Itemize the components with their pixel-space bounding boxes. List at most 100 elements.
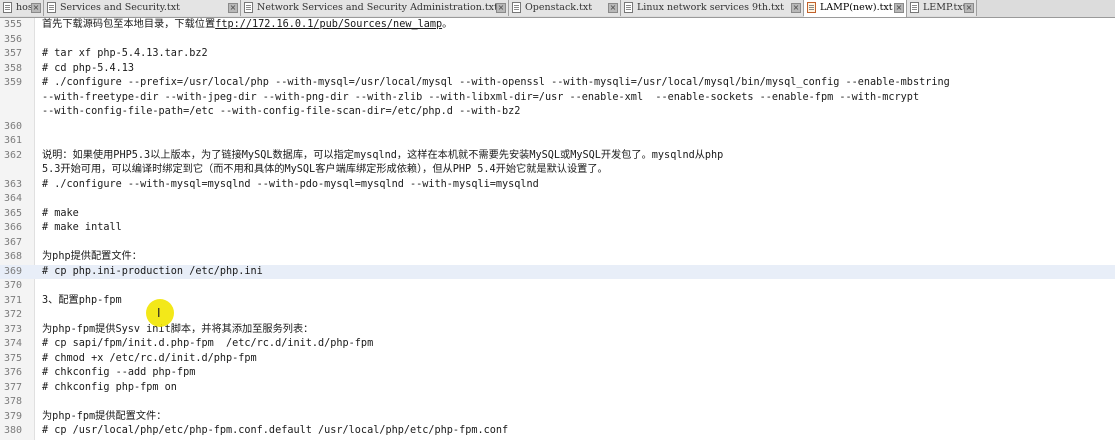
tab-2[interactable]: Network Services and Security Administra… bbox=[241, 0, 509, 16]
line-number: 370 bbox=[4, 280, 23, 291]
line-text: --with-freetype-dir --with-jpeg-dir --wi… bbox=[42, 91, 919, 106]
editor-line[interactable]: 370 bbox=[0, 279, 1115, 294]
close-icon[interactable]: × bbox=[791, 3, 801, 13]
line-text: # ./configure --with-mysql=mysqlnd --wit… bbox=[42, 178, 539, 193]
editor-line[interactable]: 367 bbox=[0, 236, 1115, 251]
line-number: 369 bbox=[4, 265, 23, 277]
line-text-content: # cp sapi/fpm/init.d.php-fpm /etc/rc.d/i… bbox=[42, 338, 374, 349]
close-icon[interactable]: × bbox=[894, 3, 904, 13]
tab-3[interactable]: Openstack.txt × bbox=[509, 0, 621, 16]
close-icon[interactable]: × bbox=[31, 3, 41, 13]
editor-line[interactable]: 355 首先下载源码包至本地目录，下载位置ftp://172.16.0.1/pub… bbox=[0, 18, 1115, 33]
editor-line[interactable]: 363 # ./configure --with-mysql=mysqlnd --… bbox=[0, 178, 1115, 193]
close-icon[interactable]: × bbox=[496, 3, 506, 13]
document-icon bbox=[512, 2, 521, 13]
tab-5[interactable]: LAMP(new).txt × bbox=[804, 0, 907, 17]
line-number: 378 bbox=[4, 396, 23, 407]
close-icon[interactable]: × bbox=[228, 3, 238, 13]
tab-label: Services and Security.txt bbox=[60, 2, 180, 13]
line-text: # make intall bbox=[42, 221, 122, 236]
editor-line[interactable]: 362 说明：如果使用PHP5.3以上版本，为了链接MySQL数据库，可以指定my… bbox=[0, 149, 1115, 164]
line-text: # cp sapi/fpm/init.d.php-fpm /etc/rc.d/i… bbox=[42, 337, 373, 352]
text-cursor-icon: I bbox=[157, 306, 161, 320]
editor-line[interactable]: 380 # cp /usr/local/php/etc/php-fpm.conf.… bbox=[0, 424, 1115, 439]
line-text: 5.3开始可用，可以编译时绑定到它（而不用和具体的MySQL客户端库绑定形成依赖… bbox=[42, 163, 608, 178]
document-icon bbox=[47, 2, 56, 13]
line-text: # ./configure --prefix=/usr/local/php --… bbox=[42, 76, 950, 91]
editor-line[interactable]: 366 # make intall bbox=[0, 221, 1115, 236]
editor-line[interactable]: 360 bbox=[0, 120, 1115, 135]
line-text: # chmod +x /etc/rc.d/init.d/php-fpm bbox=[42, 352, 257, 367]
line-number: 379 bbox=[4, 410, 23, 422]
tab-4[interactable]: Linux network services 9th.txt × bbox=[621, 0, 804, 16]
editor-line[interactable]: 375 # chmod +x /etc/rc.d/init.d/php-fpm bbox=[0, 352, 1115, 367]
line-text: 为php-fpm提供配置文件： bbox=[42, 410, 166, 425]
line-text: --with-config-file-path=/etc --with-conf… bbox=[42, 105, 520, 120]
line-text-content: --with-freetype-dir --with-jpeg-dir --wi… bbox=[42, 91, 920, 103]
tab-label: Openstack.txt bbox=[525, 2, 593, 13]
line-text: 为php提供配置文件： bbox=[42, 250, 142, 265]
line-text-content: 5.3开始可用，可以编译时绑定到它（而不用和具体的MySQL客户端库绑定形成依赖… bbox=[42, 164, 608, 175]
tab-label: LAMP(new).txt bbox=[820, 2, 893, 13]
editor-line[interactable]: --with-config-file-path=/etc --with-conf… bbox=[0, 105, 1115, 120]
editor-line[interactable]: 376 # chkconfig --add php-fpm bbox=[0, 366, 1115, 381]
line-number: 376 bbox=[4, 367, 23, 378]
line-text-content: # tar xf php-5.4.13.tar.bz2 bbox=[42, 48, 208, 59]
document-icon bbox=[244, 2, 253, 13]
line-number: 356 bbox=[4, 33, 23, 45]
editor-line[interactable]: 374 # cp sapi/fpm/init.d.php-fpm /etc/rc.… bbox=[0, 337, 1115, 352]
line-text: 首先下载源码包至本地目录，下载位置ftp://172.16.0.1/pub/So… bbox=[42, 18, 452, 33]
tab-bar: hosts × Services and Security.txt × Network … bbox=[0, 0, 1115, 18]
editor-line[interactable]: 361 bbox=[0, 134, 1115, 149]
editor-line[interactable]: 365 # make bbox=[0, 207, 1115, 222]
line-text: # cp /usr/local/php/etc/php-fpm.conf.def… bbox=[42, 424, 508, 439]
line-number: 367 bbox=[4, 236, 23, 248]
line-number: 372 bbox=[4, 309, 23, 320]
line-number: 361 bbox=[4, 135, 23, 146]
editor-line[interactable]: 358 # cd php-5.4.13 bbox=[0, 62, 1115, 77]
line-number: 359 bbox=[4, 77, 23, 88]
line-text-content: # chmod +x /etc/rc.d/init.d/php-fpm bbox=[42, 352, 257, 364]
close-icon[interactable]: × bbox=[964, 3, 974, 13]
line-text: # chkconfig php-fpm on bbox=[42, 381, 177, 396]
line-number: 357 bbox=[4, 48, 23, 59]
line-text-content: 3、配置php-fpm bbox=[42, 294, 122, 306]
editor-line[interactable]: 357 # tar xf php-5.4.13.tar.bz2 bbox=[0, 47, 1115, 62]
line-number: 368 bbox=[4, 251, 23, 262]
line-text-content: # ./configure --prefix=/usr/local/php --… bbox=[42, 77, 950, 88]
line-text: # tar xf php-5.4.13.tar.bz2 bbox=[42, 47, 208, 62]
line-text-content: 为php-fpm提供配置文件： bbox=[42, 410, 167, 422]
editor-line[interactable]: 364 bbox=[0, 192, 1115, 207]
line-text-content: # make intall bbox=[42, 222, 122, 233]
line-text-content: --with-config-file-path=/etc --with-conf… bbox=[42, 106, 521, 117]
tab-6[interactable]: LEMP.txt × bbox=[907, 0, 977, 16]
close-icon[interactable]: × bbox=[608, 3, 618, 13]
line-number: 377 bbox=[4, 381, 23, 393]
editor-line[interactable]: 378 bbox=[0, 395, 1115, 410]
document-icon bbox=[910, 2, 919, 13]
line-text: # chkconfig --add php-fpm bbox=[42, 366, 195, 381]
line-text-suffix: 。 bbox=[442, 19, 453, 30]
editor-line[interactable]: 379 为php-fpm提供配置文件： bbox=[0, 410, 1115, 425]
line-text-content: 说明：如果使用PHP5.3以上版本，为了链接MySQL数据库，可以指定mysql… bbox=[42, 149, 724, 161]
text-editor[interactable]: 355 首先下载源码包至本地目录，下载位置ftp://172.16.0.1/pub… bbox=[0, 18, 1115, 440]
editor-line[interactable]: 368 为php提供配置文件： bbox=[0, 250, 1115, 265]
tab-0[interactable]: hosts × bbox=[0, 0, 44, 16]
document-icon bbox=[3, 2, 12, 13]
line-text-content: # cp /usr/local/php/etc/php-fpm.conf.def… bbox=[42, 425, 509, 436]
line-number: 364 bbox=[4, 193, 23, 204]
line-text-content: 为php-fpm提供Sysv init脚本，并将其添加至服务列表： bbox=[42, 323, 314, 335]
editor-line[interactable]: 356 bbox=[0, 33, 1115, 48]
line-number: 373 bbox=[4, 323, 23, 335]
line-number: 363 bbox=[4, 178, 23, 190]
line-number: 366 bbox=[4, 222, 23, 233]
editor-line[interactable]: 5.3开始可用，可以编译时绑定到它（而不用和具体的MySQL客户端库绑定形成依赖… bbox=[0, 163, 1115, 178]
tab-1[interactable]: Services and Security.txt × bbox=[44, 0, 241, 16]
editor-line[interactable]: 359 # ./configure --prefix=/usr/local/php… bbox=[0, 76, 1115, 91]
editor-line[interactable]: --with-freetype-dir --with-jpeg-dir --wi… bbox=[0, 91, 1115, 106]
line-number: 375 bbox=[4, 352, 23, 364]
editor-line[interactable]: 369 # cp php.ini-production /etc/php.ini bbox=[0, 264, 1115, 279]
line-number: 355 bbox=[4, 19, 23, 30]
editor-line[interactable]: 377 # chkconfig php-fpm on bbox=[0, 381, 1115, 396]
ftp-link[interactable]: ftp://172.16.0.1/pub/Sources/new_lamp bbox=[215, 19, 442, 30]
